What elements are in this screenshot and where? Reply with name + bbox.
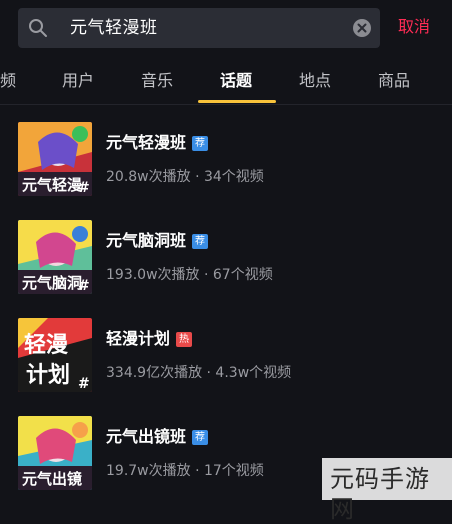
- thumb-caption-bottom: 计划: [26, 363, 70, 388]
- topic-thumbnail: 轻漫 计划 #: [18, 318, 92, 392]
- topic-item[interactable]: 元气轻漫 # 元气轻漫班荐 20.8w次播放 · 34个视频: [0, 106, 452, 204]
- tab-users[interactable]: 用户: [62, 70, 94, 92]
- topic-stats: 334.9亿次播放 · 4.3w个视频: [106, 365, 292, 381]
- topic-thumbnail: 元气轻漫 #: [18, 122, 92, 196]
- thumb-caption: 元气脑洞: [22, 274, 82, 292]
- topic-title: 轻漫计划: [106, 329, 171, 348]
- search-input[interactable]: 元气轻漫班: [70, 18, 158, 38]
- thumb-caption: 元气出镜: [22, 470, 82, 488]
- topic-title: 元气轻漫班: [106, 133, 187, 152]
- thumb-caption: 元气轻漫: [22, 176, 83, 194]
- clear-icon[interactable]: [351, 17, 373, 39]
- watermark: 元码手游网: [322, 458, 452, 523]
- topic-title: 元气出镜班: [106, 427, 187, 446]
- topic-stats: 20.8w次播放 · 34个视频: [106, 169, 264, 185]
- cancel-button[interactable]: 取消: [398, 16, 430, 38]
- watermark-text: 元码手游网: [330, 465, 430, 523]
- hot-badge: 热: [176, 331, 193, 347]
- svg-text:#: #: [78, 180, 90, 196]
- tab-music[interactable]: 音乐: [141, 70, 173, 92]
- topic-stats: 19.7w次播放 · 17个视频: [106, 463, 264, 479]
- thumb-caption-top: 轻漫: [24, 332, 68, 358]
- svg-text:#: #: [78, 278, 90, 294]
- topic-thumbnail: 元气脑洞 #: [18, 220, 92, 294]
- tab-bar: 频 用户 音乐 话题 地点 商品: [0, 58, 452, 105]
- tab-topics[interactable]: 话题: [220, 70, 252, 92]
- tab-places[interactable]: 地点: [299, 70, 331, 92]
- topic-title: 元气脑洞班: [106, 231, 187, 250]
- topic-item[interactable]: 轻漫 计划 # 轻漫计划热 334.9亿次播放 · 4.3w个视频: [0, 302, 452, 400]
- svg-text:#: #: [78, 376, 90, 392]
- topic-stats: 193.0w次播放 · 67个视频: [106, 267, 273, 283]
- tab-video[interactable]: 频: [0, 70, 16, 92]
- search-icon: [29, 19, 47, 37]
- search-box[interactable]: 元气轻漫班: [18, 8, 380, 48]
- active-tab-indicator: [198, 100, 276, 103]
- search-row: 元气轻漫班 取消: [0, 0, 452, 56]
- topic-item[interactable]: 元气脑洞 # 元气脑洞班荐 193.0w次播放 · 67个视频: [0, 204, 452, 302]
- recommended-badge: 荐: [192, 429, 209, 445]
- topic-thumbnail: 元气出镜: [18, 416, 92, 490]
- tab-products[interactable]: 商品: [378, 70, 410, 92]
- recommended-badge: 荐: [192, 135, 209, 151]
- recommended-badge: 荐: [192, 233, 209, 249]
